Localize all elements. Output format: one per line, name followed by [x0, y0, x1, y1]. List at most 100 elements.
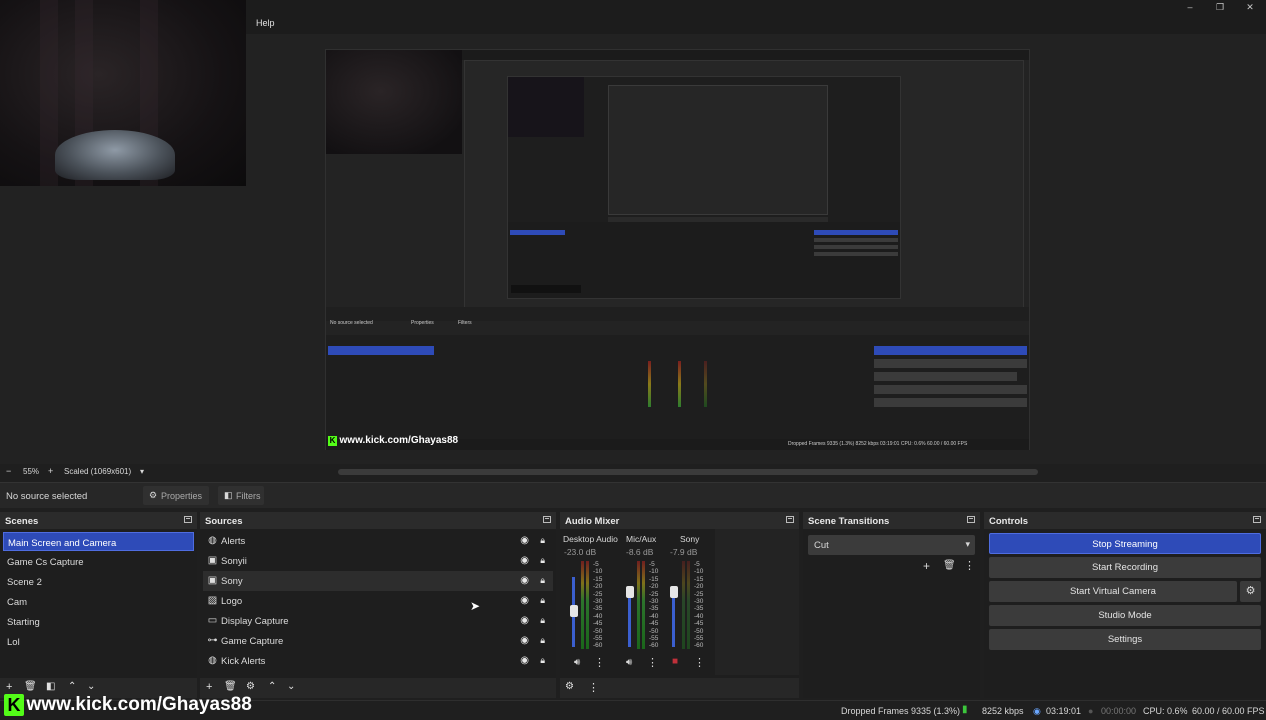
- controls-title: Controls: [984, 512, 1266, 529]
- maximize-button[interactable]: ❐: [1205, 0, 1235, 14]
- lock-icon[interactable]: 🔒︎: [540, 635, 545, 646]
- source-item[interactable]: ⊶ Game Capture ◉ 🔒︎: [203, 631, 553, 651]
- speaker-icon[interactable]: 🔊︎: [574, 657, 580, 668]
- nested-properties: Properties: [411, 320, 434, 326]
- more-icon[interactable]: ⋮: [647, 656, 658, 669]
- float-icon[interactable]: [786, 516, 794, 523]
- chevron-up-icon[interactable]: ⌃: [268, 681, 276, 692]
- nested-preview: [464, 60, 1024, 310]
- volume-fader[interactable]: [670, 586, 678, 598]
- volume-fader[interactable]: [626, 586, 634, 598]
- source-item[interactable]: ◍ Alerts ◉ 🔒︎: [203, 531, 553, 551]
- studio-mode-button[interactable]: Studio Mode: [989, 605, 1261, 626]
- lock-icon[interactable]: 🔒︎: [540, 555, 545, 566]
- float-icon[interactable]: [543, 516, 551, 523]
- source-item[interactable]: ▨ Logo ◉ 🔒︎: [203, 591, 553, 611]
- zoom-out-button[interactable]: −: [6, 466, 11, 476]
- more-icon[interactable]: ⋮: [594, 656, 605, 669]
- float-icon[interactable]: [967, 516, 975, 523]
- gear-icon[interactable]: ⚙: [565, 681, 574, 692]
- lock-icon[interactable]: 🔒︎: [540, 655, 545, 666]
- scene-item[interactable]: Game Cs Capture: [3, 552, 194, 571]
- muted-speaker-icon[interactable]: ■: [672, 656, 678, 667]
- meter-scale: -5 -10 -15 -20 -25 -30 -35 -40 -45 -50 -55 -60: [649, 561, 659, 650]
- lock-icon[interactable]: 🔒︎: [540, 535, 545, 546]
- float-icon[interactable]: [1253, 516, 1261, 523]
- speaker-icon[interactable]: 🔊︎: [626, 657, 632, 668]
- more-icon[interactable]: ⋮: [694, 656, 705, 669]
- trash-icon[interactable]: 🗑: [943, 560, 956, 571]
- lock-icon[interactable]: 🔒︎: [540, 575, 545, 586]
- stop-streaming-button[interactable]: Stop Streaming: [989, 533, 1261, 554]
- scene-item[interactable]: Scene 2: [3, 572, 194, 591]
- eye-icon[interactable]: ◉: [520, 615, 529, 626]
- lock-icon[interactable]: 🔒︎: [540, 615, 545, 626]
- eye-icon[interactable]: ◉: [520, 575, 529, 586]
- eye-icon[interactable]: ◉: [520, 655, 529, 666]
- scene-item[interactable]: Cam: [3, 592, 194, 611]
- float-icon[interactable]: [184, 516, 192, 523]
- transition-select[interactable]: Cut ▾: [808, 535, 975, 555]
- scale-mode-label[interactable]: Scaled (1069x601): [64, 467, 131, 476]
- chevron-down-icon[interactable]: ⌄: [87, 681, 95, 692]
- preview-scrollbar[interactable]: [338, 469, 1038, 475]
- filters-button[interactable]: ◧ Filters: [218, 486, 264, 505]
- obs-window: – ❐ ✕ Help No source selected Properties…: [0, 0, 1266, 720]
- scenes-title: Scenes: [0, 512, 197, 529]
- captured-display: No source selected Properties Filters Dr…: [325, 49, 1030, 450]
- level-meter: [586, 561, 589, 649]
- chevron-down-icon: ▾: [965, 539, 970, 549]
- preview-canvas[interactable]: No source selected Properties Filters Dr…: [0, 0, 1266, 464]
- volume-fader[interactable]: [570, 605, 578, 617]
- filter-icon[interactable]: ◧: [46, 681, 55, 692]
- start-virtual-camera-button[interactable]: Start Virtual Camera: [989, 581, 1237, 602]
- meter-scale: -5 -10 -15 -20 -25 -30 -35 -40 -45 -50 -55 -60: [593, 561, 603, 650]
- source-item[interactable]: ◍ Kick Alerts ◉ 🔒︎: [203, 651, 553, 671]
- settings-button[interactable]: Settings: [989, 629, 1261, 650]
- scene-item[interactable]: Lol: [3, 632, 194, 651]
- source-item[interactable]: ▭ Display Capture ◉ 🔒︎: [203, 611, 553, 631]
- trash-icon[interactable]: 🗑: [24, 681, 37, 692]
- camera-icon: ▣: [207, 555, 218, 566]
- menu-help[interactable]: Help: [256, 18, 275, 28]
- chevron-up-icon[interactable]: ⌃: [68, 681, 76, 692]
- add-icon[interactable]: +: [206, 681, 212, 693]
- add-icon[interactable]: +: [6, 681, 12, 693]
- channel-name: Mic/Aux: [626, 534, 657, 544]
- close-button[interactable]: ✕: [1235, 0, 1265, 14]
- source-item[interactable]: ▣ Sonyii ◉ 🔒︎: [203, 551, 553, 571]
- no-source-label: No source selected: [6, 491, 88, 502]
- controls-dock: Controls Stop Streaming Start Recording …: [984, 512, 1266, 698]
- trash-icon[interactable]: 🗑: [224, 681, 237, 692]
- source-item[interactable]: ▣ Sony ◉ 🔒︎: [203, 571, 553, 591]
- more-icon[interactable]: ⋮: [964, 559, 975, 572]
- more-icon[interactable]: ⋮: [588, 681, 599, 694]
- sources-toolbar: + 🗑 ⚙ ⌃ ⌄: [200, 678, 556, 698]
- chevron-down-icon[interactable]: ⌄: [287, 681, 295, 692]
- gear-icon[interactable]: ⚙: [1240, 581, 1261, 602]
- start-recording-button[interactable]: Start Recording: [989, 557, 1261, 578]
- add-icon[interactable]: +: [923, 559, 930, 573]
- record-time: 00:00:00: [1101, 706, 1137, 716]
- browser-icon: ◍: [208, 535, 217, 546]
- level-meter: [642, 561, 645, 649]
- source-label: Display Capture: [221, 616, 289, 627]
- eye-icon[interactable]: ◉: [520, 535, 529, 546]
- eye-icon[interactable]: ◉: [520, 595, 529, 606]
- lock-icon[interactable]: 🔒︎: [540, 595, 545, 606]
- eye-icon[interactable]: ◉: [520, 635, 529, 646]
- gear-icon[interactable]: ⚙: [246, 681, 255, 692]
- scene-transitions-title: Scene Transitions: [803, 512, 980, 529]
- signal-icon: ▮: [962, 704, 968, 715]
- browser-icon: ◍: [208, 655, 217, 666]
- eye-icon[interactable]: ◉: [520, 555, 529, 566]
- zoom-in-button[interactable]: +: [48, 466, 53, 476]
- minimize-button[interactable]: –: [1175, 0, 1205, 14]
- chevron-down-icon[interactable]: ▾: [140, 467, 144, 476]
- filters-label: Filters: [236, 491, 261, 501]
- stream-time: 03:19:01: [1046, 706, 1082, 716]
- properties-button[interactable]: ⚙ Properties: [143, 486, 209, 505]
- mouse-cursor-icon: ➤: [470, 599, 481, 613]
- scene-item[interactable]: Starting: [3, 612, 194, 631]
- scene-item[interactable]: Main Screen and Camera: [3, 532, 194, 551]
